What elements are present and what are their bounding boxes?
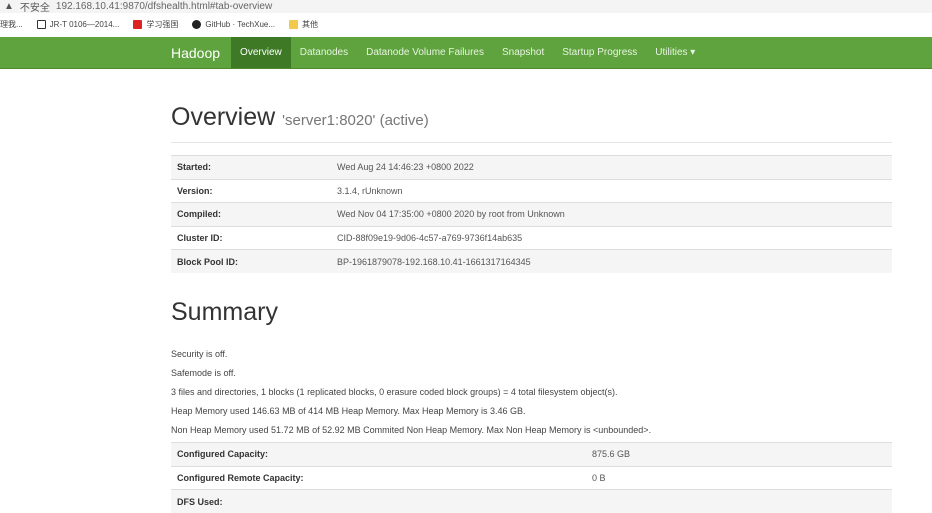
table-row: Started:Wed Aug 24 14:46:23 +0800 2022 [171, 156, 892, 180]
address-bar[interactable]: ▲ 不安全 192.168.10.41:9870/dfshealth.html#… [0, 0, 932, 13]
github-icon [192, 20, 201, 29]
summary-line: Safemode is off. [171, 364, 892, 383]
xuexi-icon [133, 20, 142, 29]
summary-line: Non Heap Memory used 51.72 MB of 52.92 M… [171, 421, 892, 440]
table-row: Version:3.1.4, rUnknown [171, 179, 892, 203]
summary-table: Configured Capacity:875.6 GB Configured … [171, 442, 892, 513]
warning-icon: ▲ [4, 1, 14, 12]
url-text[interactable]: 192.168.10.41:9870/dfshealth.html#tab-ov… [56, 1, 272, 12]
brand-link[interactable]: Hadoop [160, 37, 231, 68]
nav-datanodes[interactable]: Datanodes [291, 37, 357, 68]
navbar: Hadoop Overview Datanodes Datanode Volum… [0, 37, 932, 69]
bookmark[interactable]: 其他 [289, 19, 318, 30]
table-row: Compiled:Wed Nov 04 17:35:00 +0800 2020 … [171, 203, 892, 227]
table-row: Configured Capacity:875.6 GB [171, 443, 892, 467]
bookmark[interactable]: 学习强国 [133, 19, 178, 30]
nav-overview[interactable]: Overview [231, 37, 291, 68]
bookmark[interactable]: 理我... [0, 19, 23, 30]
table-row: Configured Remote Capacity:0 B [171, 466, 892, 490]
book-icon [37, 20, 46, 29]
summary-line: Heap Memory used 146.63 MB of 414 MB Hea… [171, 402, 892, 421]
overview-heading: Overview 'server1:8020' (active) [171, 103, 892, 132]
nav-startup-progress[interactable]: Startup Progress [553, 37, 646, 68]
nav-utilities[interactable]: Utilities ▾ [646, 37, 704, 68]
summary-line: Security is off. [171, 345, 892, 364]
bookmark[interactable]: GitHub · TechXue... [192, 20, 275, 29]
summary-line: 3 files and directories, 1 blocks (1 rep… [171, 383, 892, 402]
nav-volume-failures[interactable]: Datanode Volume Failures [357, 37, 493, 68]
nav-snapshot[interactable]: Snapshot [493, 37, 553, 68]
table-row: Cluster ID:CID-88f09e19-9d06-4c57-a769-9… [171, 226, 892, 250]
security-label: 不安全 [20, 0, 50, 14]
table-row: DFS Used: [171, 490, 892, 513]
bookmarks-bar: 理我... JR-T 0106—2014... 学习强国 GitHub · Te… [0, 13, 932, 35]
bookmark[interactable]: JR-T 0106—2014... [37, 20, 120, 29]
folder-icon [289, 20, 298, 29]
divider [171, 142, 892, 143]
summary-heading: Summary [171, 298, 892, 327]
table-row: Block Pool ID:BP-1961879078-192.168.10.4… [171, 250, 892, 274]
overview-table: Started:Wed Aug 24 14:46:23 +0800 2022 V… [171, 155, 892, 273]
overview-subtitle: 'server1:8020' (active) [282, 112, 429, 129]
